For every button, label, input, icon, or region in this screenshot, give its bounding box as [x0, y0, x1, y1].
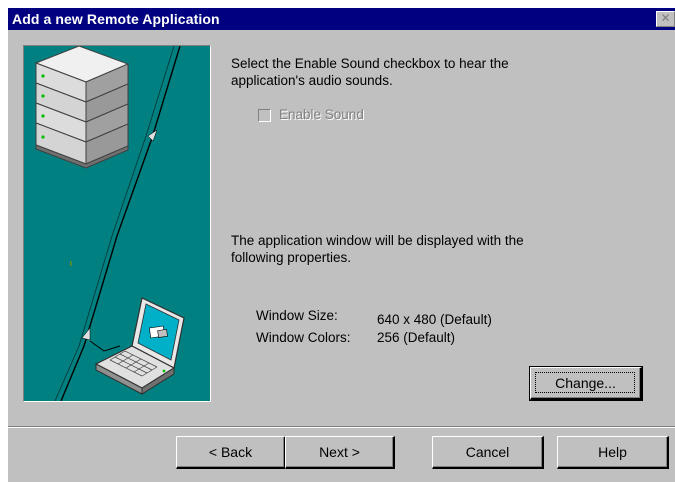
footer-separator [8, 426, 675, 428]
change-button[interactable]: Change... [529, 366, 643, 401]
enable-sound-checkbox[interactable] [258, 109, 271, 122]
cancel-button[interactable]: Cancel [432, 436, 544, 469]
next-button[interactable]: Next > [285, 436, 395, 469]
window-size-value: 640 x 480 (Default) [377, 312, 492, 327]
back-button-label: < Back [208, 444, 253, 460]
help-button[interactable]: Help [557, 436, 669, 469]
close-button[interactable]: ✕ [656, 11, 675, 27]
remote-app-dialog: Add a new Remote Application ✕ Select th… [8, 8, 675, 482]
window-colors-label: Window Colors: [256, 330, 351, 345]
sound-instruction-line1: Select the Enable Sound checkbox to hear… [231, 56, 509, 71]
sound-instruction-line2: application's audio sounds. [231, 73, 393, 88]
focus-rectangle [535, 372, 635, 393]
enable-sound-label: Enable Sound [279, 107, 364, 122]
wizard-illustration [23, 45, 211, 402]
display-info-line1: The application window will be displayed… [231, 233, 524, 248]
display-info-line2: following properties. [231, 250, 352, 265]
sound-instruction: Select the Enable Sound checkbox to hear… [231, 55, 509, 89]
window-colors-value: 256 (Default) [377, 330, 456, 345]
title-bar[interactable]: Add a new Remote Application ✕ [8, 8, 675, 30]
window-size-label: Window Size: [256, 308, 338, 323]
illustration-art [34, 46, 185, 401]
display-info: The application window will be displayed… [231, 232, 524, 266]
close-icon: ✕ [660, 11, 671, 25]
window-title: Add a new Remote Application [12, 11, 220, 27]
cancel-button-label: Cancel [465, 444, 510, 460]
help-button-label: Help [598, 444, 627, 460]
laptop-icon [94, 297, 185, 395]
server-stack-icon [34, 46, 130, 169]
next-button-label: Next > [319, 444, 360, 460]
back-button[interactable]: < Back [176, 436, 286, 469]
